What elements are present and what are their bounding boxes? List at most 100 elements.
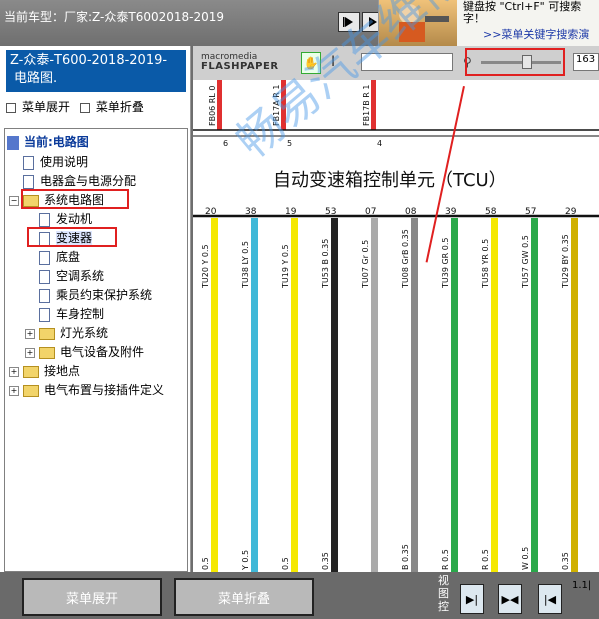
hand-tool-button[interactable]: ✋ xyxy=(301,52,321,74)
pin-number: 38 xyxy=(245,207,257,217)
square-icon xyxy=(79,102,90,113)
tree-item-usage[interactable]: 使用说明 xyxy=(23,153,88,171)
pin-number: 57 xyxy=(525,207,536,217)
top-wire-pin: 5 xyxy=(287,139,292,148)
tip-line-2: 字！ xyxy=(463,12,485,25)
tree-item-fusebox[interactable]: 电器盒与电源分配 xyxy=(23,172,136,190)
pin-wire-bottom-label: R 0.5 xyxy=(441,549,450,570)
arrow-right-icon: ▶| xyxy=(465,592,479,606)
document-icon xyxy=(39,269,50,284)
highlight-box-zoom xyxy=(465,48,565,76)
view-control-label: 视图控 xyxy=(438,574,449,613)
folder-icon xyxy=(39,346,55,359)
pin-wire-label: TU53 B 0.35 xyxy=(321,239,330,289)
page-prev-button[interactable]: |◀ xyxy=(538,584,562,614)
pin-wire-label: TU08 GrB 0.35 xyxy=(401,229,410,289)
pin-wire xyxy=(571,218,578,572)
expand-collapse-row: 菜单展开 菜单折叠 xyxy=(6,98,144,115)
tree-item-aircon[interactable]: 空调系统 xyxy=(39,267,104,285)
pin-number: 20 xyxy=(205,207,217,217)
tree-item-engine[interactable]: 发动机 xyxy=(39,210,92,228)
tree-item-ground[interactable]: + 接地点 xyxy=(9,362,80,380)
expand-toggle-icon[interactable]: + xyxy=(9,366,19,377)
text-select-tool-button[interactable]: I xyxy=(331,54,335,70)
document-icon xyxy=(39,212,50,227)
pin-wire-bottom-label: 0.5 xyxy=(281,557,290,570)
model-header: Z-众泰-T600-2018-2019- 电路图. xyxy=(6,50,186,92)
pin-wire xyxy=(451,218,458,572)
pin-wire-label: TU29 BY 0.35 xyxy=(561,234,570,289)
model-header-line-1: Z-众泰-T600-2018-2019- xyxy=(10,53,168,68)
flashpaper-logo: macromedia FLASHPAPER xyxy=(201,52,279,72)
tree-item-body-control[interactable]: 车身控制 xyxy=(39,305,104,323)
pin-wire xyxy=(211,218,218,572)
pin-wire-bottom-label: 0.35 xyxy=(321,552,330,570)
collapse-toggle-icon[interactable]: − xyxy=(9,195,19,206)
model-header-line-2: 电路图. xyxy=(14,71,58,86)
pin-wire xyxy=(371,218,378,572)
search-input[interactable] xyxy=(361,53,453,71)
pin-wire-label: TU38 LY 0.5 xyxy=(241,241,250,289)
pin-wire xyxy=(291,218,298,572)
pin-wire xyxy=(331,218,338,572)
document-icon xyxy=(23,174,34,189)
expand-toggle-icon[interactable]: + xyxy=(25,347,35,358)
collapse-menu-link[interactable]: 菜单折叠 xyxy=(79,100,144,114)
hand-icon: ✋ xyxy=(303,56,319,70)
pin-wire xyxy=(531,218,538,572)
search-tip-overlay: 键盘按 "Ctrl+F" 可搜索 字！ >>菜单关键字搜索演 xyxy=(378,0,599,46)
pin-wire-bottom-label: 0.35 xyxy=(561,552,570,570)
left-navigation-panel: Z-众泰-T600-2018-2019- 电路图. 菜单展开 菜单折叠 当前:电… xyxy=(0,46,191,572)
pin-number: 29 xyxy=(565,207,577,217)
mascot-image xyxy=(399,4,449,42)
pin-wire xyxy=(251,218,258,572)
zoom-value-field[interactable]: 163 xyxy=(573,53,599,71)
page-number: 1.1| xyxy=(572,580,592,591)
text-cursor-icon: I xyxy=(331,54,336,70)
expand-toggle-icon[interactable]: + xyxy=(9,385,19,396)
expand-menu-button[interactable]: 菜单展开 xyxy=(22,578,162,616)
top-wire xyxy=(217,80,222,130)
diagram-title: 自动变速箱控制单元（TCU） xyxy=(273,170,507,191)
pin-wire-label: TU57 GW 0.5 xyxy=(521,235,530,289)
pin-wire-label: TU39 GR 0.5 xyxy=(441,238,450,290)
pin-number: 07 xyxy=(365,207,376,217)
expand-menu-link[interactable]: 菜单展开 xyxy=(6,100,70,114)
pin-wire xyxy=(491,218,498,572)
page-next-button[interactable]: ▶| xyxy=(460,584,484,614)
expand-toggle-icon[interactable]: + xyxy=(25,328,35,339)
page-fit-button[interactable]: ▶◀ xyxy=(498,584,522,614)
top-wire-pin: 6 xyxy=(223,139,228,148)
tree-item-connectors[interactable]: + 电气布置与接插件定义 xyxy=(9,381,164,399)
document-icon xyxy=(39,250,50,265)
document-icon xyxy=(39,288,50,303)
mechanic-mascot-icon xyxy=(379,0,457,46)
highlight-box-transmission xyxy=(27,227,117,247)
top-wire-label: FB17B R 1 xyxy=(362,85,371,127)
top-wire xyxy=(371,80,376,130)
square-icon xyxy=(6,102,16,113)
document-icon xyxy=(39,307,50,322)
highlight-box-system xyxy=(21,189,129,209)
document-icon xyxy=(23,155,34,170)
pin-wire-bottom-label: B 0.35 xyxy=(401,544,410,570)
tree-item-lighting[interactable]: + 灯光系统 xyxy=(25,324,108,342)
current-model-title: 当前车型：厂家:Z-众泰T6002018-2019 xyxy=(4,10,225,24)
collapse-menu-button[interactable]: 菜单折叠 xyxy=(174,578,314,616)
nav-next-button[interactable] xyxy=(338,12,360,32)
arrow-right-icon xyxy=(343,17,353,27)
pin-number: 53 xyxy=(325,207,336,217)
tree-item-airbag[interactable]: 乘员约束保护系统 xyxy=(39,286,152,304)
tree-item-electrical[interactable]: + 电气设备及附件 xyxy=(25,343,144,361)
tip-search-demo-link[interactable]: >>菜单关键字搜索演 xyxy=(483,26,589,42)
pin-wire-bottom-label: 0.5 xyxy=(201,557,210,570)
tree-item-chassis[interactable]: 底盘 xyxy=(39,248,80,266)
tree-root[interactable]: 当前:电路图 xyxy=(7,133,89,151)
pin-number: 08 xyxy=(405,207,417,217)
pin-number: 19 xyxy=(285,207,297,217)
wiring-diagram: FB06 RL 0 6 FB17A R 1 5 FB17B R 1 4 自动变速箱控制单元… xyxy=(193,80,599,572)
top-wire-pin: 4 xyxy=(377,139,382,148)
pin-wire-bottom-label: Y 0.5 xyxy=(241,550,250,571)
folder-icon xyxy=(23,365,39,378)
pin-number: 39 xyxy=(445,207,457,217)
